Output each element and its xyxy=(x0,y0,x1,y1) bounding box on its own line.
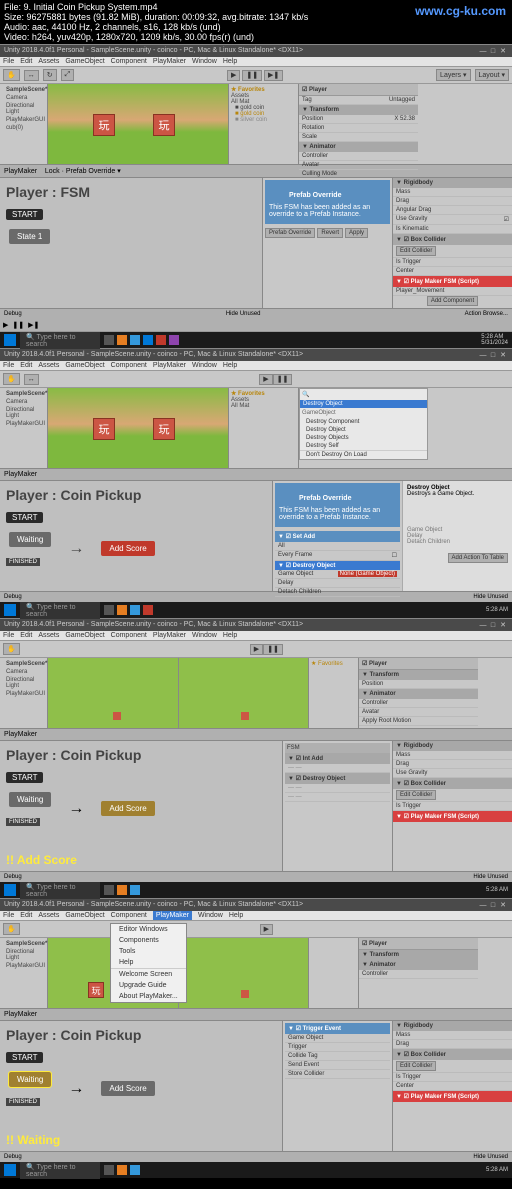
task-icon[interactable] xyxy=(117,335,127,345)
screenshot-1: Unity 2018.4.0f1 Personal - SampleScene.… xyxy=(0,44,512,348)
menubar[interactable]: FileEditAssetsGameObjectComponentPlayMak… xyxy=(0,57,512,67)
pause-button[interactable]: ❚❚ xyxy=(242,70,262,81)
add-score-node[interactable]: Add Score xyxy=(101,541,154,556)
playmaker-panel[interactable]: PlayMaker Lock · Prefab Override ▾ Playe… xyxy=(0,164,512,319)
media-info-header: File: 9. Initial Coin Pickup System.mp4 … xyxy=(0,0,512,44)
layers-dropdown[interactable]: Layers ▾ xyxy=(436,69,470,81)
window-titlebar: Unity 2018.4.0f1 Personal - SampleScene.… xyxy=(0,45,512,57)
move-tool-icon[interactable]: ↔ xyxy=(24,70,39,81)
task-icon[interactable] xyxy=(169,335,179,345)
screenshot-3: Unity 2018.4.0f1 Personal - SampleScene.… xyxy=(0,618,512,898)
play-button[interactable]: ▶ xyxy=(227,70,240,81)
fsm-side-panel[interactable]: Prefab Override This FSM has been added … xyxy=(262,178,392,308)
rotate-tool-icon[interactable]: ↻ xyxy=(43,69,57,81)
start-button[interactable] xyxy=(4,334,16,346)
hand-tool-icon[interactable]: ✋ xyxy=(3,69,20,81)
task-icon[interactable] xyxy=(104,335,114,345)
window-controls[interactable]: —□✕ xyxy=(478,47,508,55)
task-icon[interactable] xyxy=(156,335,166,345)
play-icon[interactable]: ▶ xyxy=(3,321,8,329)
inspector-panel-lower[interactable]: ▼ Rigidbody Mass Drag Angular Drag Use G… xyxy=(392,178,512,308)
screenshot-4: Unity 2018.4.0f1 Personal - SampleScene.… xyxy=(0,898,512,1178)
project-panel[interactable]: ★ Favorites Assets All Mat ■ gold coin ■… xyxy=(228,84,298,164)
scene-view[interactable]: 玩 玩 xyxy=(48,84,228,164)
watermark: www.cg-ku.com xyxy=(415,4,506,18)
task-icon[interactable] xyxy=(130,335,140,345)
video-line: Video: h264, yuv420p, 1280x720, 1209 kb/… xyxy=(4,32,508,42)
pause-icon[interactable]: ❚❚ xyxy=(12,321,24,329)
start-node[interactable]: START xyxy=(6,209,43,220)
inspector-panel[interactable]: ☑ Player TagUntagged ▼ Transform Positio… xyxy=(298,84,418,164)
layout-dropdown[interactable]: Layout ▾ xyxy=(475,69,509,81)
search-input[interactable]: 🔍 Type here to search xyxy=(20,332,100,349)
audio-line: Audio: aac, 44100 Hz, 2 channels, s16, 1… xyxy=(4,22,508,32)
task-icon[interactable] xyxy=(143,335,153,345)
prefab-override-box[interactable]: Prefab Override This FSM has been added … xyxy=(265,180,390,224)
step-icon[interactable]: ▶❚ xyxy=(28,321,39,329)
scale-tool-icon[interactable]: ⤢ xyxy=(61,69,75,81)
screenshot-2: Unity 2018.4.0f1 Personal - SampleScene.… xyxy=(0,348,512,618)
fsm-canvas[interactable]: Player : FSM START State 1 xyxy=(0,178,262,308)
main-toolbar[interactable]: ✋ ↔ ↻ ⤢ ▶ ❚❚ ▶❚ Layers ▾ Layout ▾ xyxy=(0,67,512,84)
prefab-icon xyxy=(269,186,287,204)
step-button[interactable]: ▶❚ xyxy=(264,70,283,81)
state1-node[interactable]: State 1 xyxy=(9,229,50,244)
hierarchy-panel[interactable]: SampleScene* Camera Directional Light Pl… xyxy=(0,84,48,164)
playmaker-menu[interactable]: Editor Windows Components Tools Help Wel… xyxy=(110,923,187,1003)
windows-taskbar[interactable]: 🔍 Type here to search 5:28 AM5/31/2024 xyxy=(0,332,512,348)
menubar[interactable]: FileEditAssetsGameObjectComponentPlayMak… xyxy=(0,361,512,371)
